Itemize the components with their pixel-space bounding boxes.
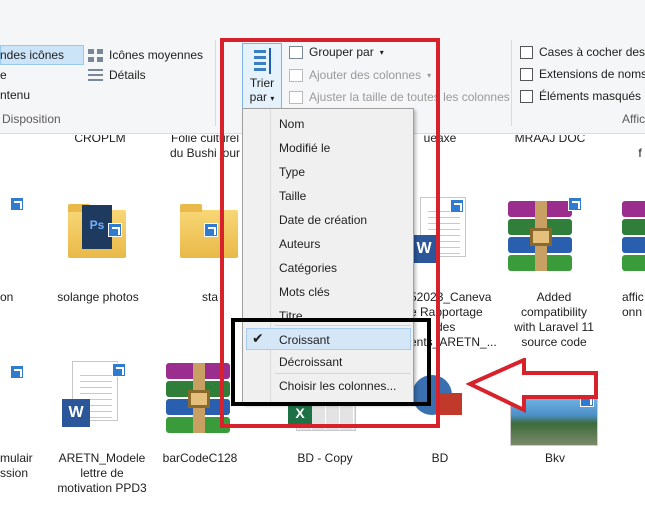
file-label[interactable]: BD xyxy=(410,451,470,466)
item-checkboxes-toggle[interactable]: Cases à cocher des é xyxy=(520,45,645,59)
file-extensions-label: Extensions de noms xyxy=(539,67,645,81)
file-label[interactable]: CROPLM xyxy=(60,135,140,146)
shortcut-arrow-icon xyxy=(450,199,464,213)
shortcut-arrow-icon xyxy=(568,197,582,211)
file-label[interactable]: ARETN_Modele lettre de motivation PPD3 xyxy=(52,451,152,496)
shortcut-arrow-icon xyxy=(10,197,24,211)
file-label[interactable]: f xyxy=(630,146,645,161)
medium-icons-icon xyxy=(88,48,103,62)
hidden-items-toggle[interactable]: Éléments masqués xyxy=(520,89,641,103)
layout-large-icons-label: ndes icônes xyxy=(0,48,65,62)
shortcut-arrow-icon xyxy=(204,223,218,237)
annotation-black-rectangle xyxy=(231,318,431,406)
shortcut-arrow-icon xyxy=(10,365,24,379)
file-label[interactable]: Bkv xyxy=(525,451,585,466)
annotation-arrow-icon xyxy=(466,358,598,414)
word-icon: W xyxy=(62,399,90,427)
rar-archive-icon[interactable] xyxy=(622,201,645,271)
layout-details[interactable]: Détails xyxy=(88,68,146,82)
layout-content[interactable]: ntenu xyxy=(0,88,30,102)
rar-archive-icon[interactable] xyxy=(508,201,572,271)
ribbon-separator xyxy=(511,40,512,126)
checkbox[interactable] xyxy=(520,45,533,59)
shortcut-arrow-icon xyxy=(108,223,122,237)
hidden-items-label: Éléments masqués xyxy=(539,89,642,103)
file-extensions-toggle[interactable]: Extensions de noms xyxy=(520,67,645,81)
shortcut-arrow-icon xyxy=(112,363,126,377)
ribbon-separator xyxy=(215,40,216,126)
layout-group-label: Disposition xyxy=(2,112,61,126)
layout-list-label: e xyxy=(0,68,7,82)
file-label[interactable]: affic onn xyxy=(622,290,645,320)
item-checkboxes-label: Cases à cocher des é xyxy=(539,45,645,59)
file-label[interactable]: mulair ssion xyxy=(0,451,40,481)
file-label[interactable]: solange photos xyxy=(48,290,148,305)
layout-medium-icons-label: Icônes moyennes xyxy=(109,48,204,62)
file-label[interactable]: on xyxy=(0,290,20,305)
layout-content-label: ntenu xyxy=(0,88,31,102)
layout-large-icons[interactable]: ndes icônes xyxy=(0,48,64,62)
file-label[interactable]: MRAAJ DOC xyxy=(505,135,595,146)
details-icon xyxy=(88,68,103,82)
show-group-label: Affic xyxy=(622,112,645,126)
checkbox[interactable] xyxy=(520,67,533,81)
file-label[interactable]: Added compatibility with Laravel 11 source… xyxy=(500,290,608,350)
checkbox[interactable] xyxy=(520,89,533,103)
layout-list[interactable]: e xyxy=(0,68,7,82)
layout-medium-icons[interactable]: Icônes moyennes xyxy=(88,48,203,62)
layout-details-label: Détails xyxy=(109,68,146,82)
file-label[interactable]: barCodeC128 xyxy=(160,451,240,466)
file-label[interactable]: BD - Copy xyxy=(285,451,365,466)
access-table-icon xyxy=(440,393,462,415)
